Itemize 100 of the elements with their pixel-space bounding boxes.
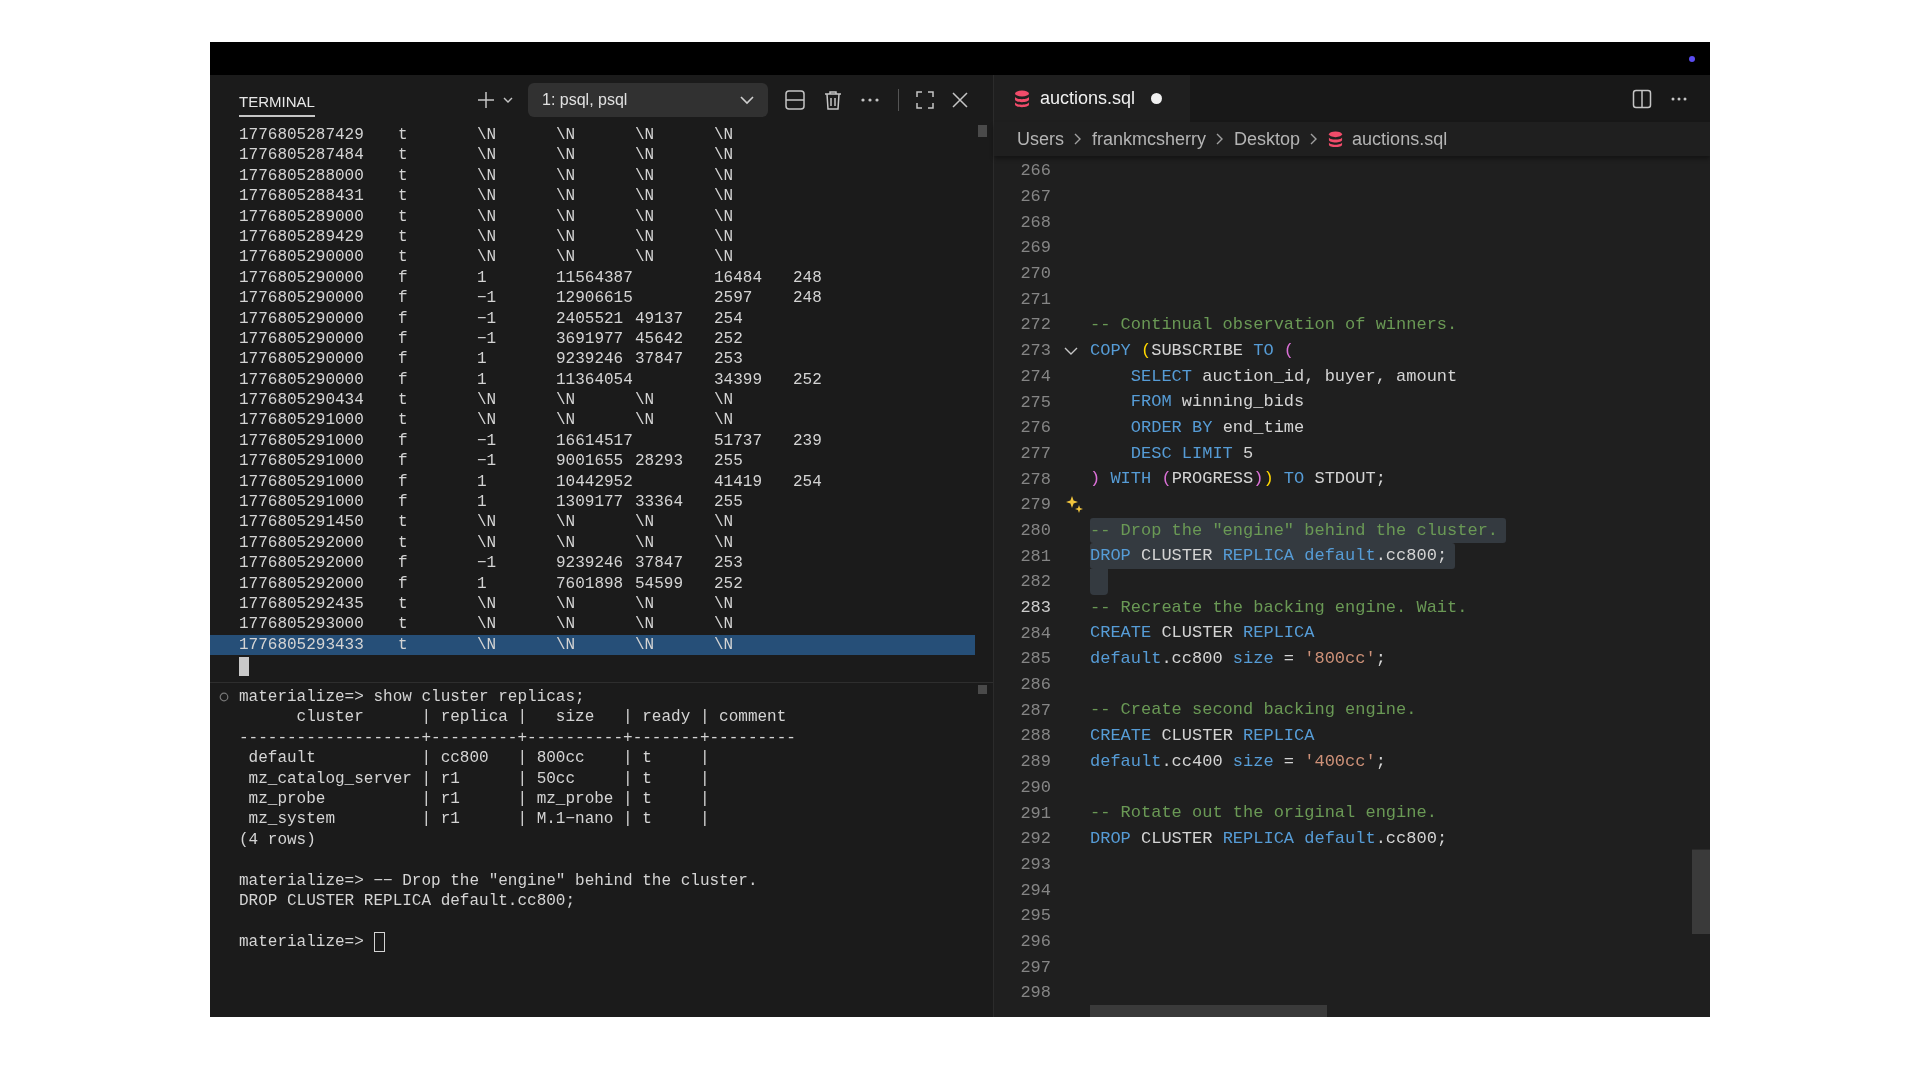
output-cell-text: \N — [635, 594, 656, 615]
close-icon[interactable] — [951, 91, 969, 109]
output-cell-text: \N — [714, 125, 735, 146]
split-icon[interactable] — [784, 89, 806, 111]
output-cell-text: \N — [556, 206, 577, 227]
output-cell-text: 1 — [477, 369, 488, 391]
output-cell-text: t — [398, 145, 409, 166]
output-cell-text: t — [398, 614, 409, 635]
scrollbar-thumb[interactable] — [1692, 849, 1710, 934]
breadcrumb-item[interactable]: auctions.sql — [1352, 128, 1448, 150]
line-number: 295 — [1019, 906, 1051, 926]
output-cell-text: \N — [556, 186, 577, 207]
output-cell-text: \N — [556, 594, 577, 615]
line-number: 280 — [1019, 520, 1051, 540]
maximize-icon[interactable] — [915, 90, 935, 110]
code-line: ORDER BY end_time — [1129, 416, 1306, 439]
plus-icon[interactable] — [476, 90, 496, 110]
output-cell-text: \N — [714, 532, 735, 554]
sparkle-icon[interactable] — [1065, 495, 1084, 514]
scrollbar-thumb[interactable] — [978, 125, 987, 137]
line-number: 267 — [1019, 187, 1051, 207]
output-cell-text: 49137 — [635, 308, 684, 329]
output-cell-text: 1776805288000 — [239, 165, 365, 187]
output-cell-text: t — [398, 634, 409, 656]
code-line: -- Create second backing engine. — [1090, 699, 1418, 722]
more-icon[interactable] — [860, 97, 880, 103]
breadcrumb-item[interactable]: Users — [1017, 128, 1064, 150]
scrollbar-thumb[interactable] — [978, 685, 987, 694]
breadcrumb-item[interactable]: Desktop — [1234, 128, 1301, 150]
line-number: 297 — [1019, 957, 1051, 977]
output-cell-text: t — [398, 512, 409, 533]
breadcrumb-item[interactable]: frankmcsherry — [1092, 128, 1207, 150]
output-cell-text: 11364054 — [556, 369, 634, 391]
code-line: -- Rotate out the original engine. — [1090, 802, 1438, 825]
chevron-down-icon[interactable] — [1063, 345, 1078, 356]
line-number: 293 — [1019, 854, 1051, 874]
output-cell-text: \N — [477, 226, 498, 248]
output-cell-text: \N — [477, 634, 498, 656]
output-cell-text: \N — [556, 614, 577, 635]
line-number: 274 — [1019, 366, 1051, 386]
terminal-line: -------------------+---------+----------+-------+--------- — [239, 727, 796, 749]
output-cell-text: \N — [635, 125, 656, 146]
output-cell-text: 239 — [793, 430, 823, 452]
more-icon[interactable] — [1670, 95, 1688, 102]
output-cell-text: \N — [477, 247, 498, 268]
line-number: 276 — [1019, 418, 1051, 438]
editor-tab[interactable]: auctions.sql — [994, 75, 1191, 122]
line-number: 271 — [1019, 289, 1051, 309]
output-cell-text: \N — [477, 594, 498, 615]
circle-icon — [219, 692, 229, 702]
terminal-line: cluster | replica | size | ready | comment — [295, 707, 788, 728]
output-cell-text: \N — [714, 226, 735, 248]
split-editor-icon[interactable] — [1632, 88, 1652, 109]
output-cell-text: 9001655 — [556, 451, 625, 472]
line-number: 268 — [1019, 212, 1051, 232]
line-number: 272 — [1019, 315, 1051, 335]
status-dot — [1689, 55, 1695, 62]
output-cell-text: t — [398, 390, 409, 411]
output-cell-text: t — [398, 165, 409, 187]
terminal-tab[interactable]: TERMINAL — [239, 87, 315, 117]
line-number: 283 — [1019, 598, 1051, 618]
output-cell-text: 253 — [714, 553, 744, 574]
output-cell-text: f — [398, 328, 409, 350]
output-cell-text: \N — [556, 410, 577, 431]
output-cell-text: 10442952 — [556, 471, 634, 493]
output-cell-text: 41419 — [714, 471, 763, 493]
output-cell-text: \N — [477, 206, 498, 227]
code-line: -- Recreate the backing engine. Wait. — [1090, 596, 1469, 619]
output-cell-text: f — [398, 492, 409, 513]
output-cell-text: \N — [556, 512, 577, 533]
terminal-dropdown[interactable]: 1: psql, psql — [528, 83, 768, 117]
output-cell-text: 28293 — [635, 451, 684, 472]
output-cell-text: 1 — [477, 492, 488, 513]
line-number: 270 — [1019, 264, 1051, 284]
code-line: -- Continual observation of winners. — [1090, 314, 1459, 337]
output-cell-text: 1 — [477, 349, 488, 370]
output-cell-text: \N — [477, 410, 498, 431]
output-cell-text: t — [398, 206, 409, 227]
output-cell-text: \N — [635, 410, 656, 431]
output-cell-text: 1776805291000 — [239, 451, 365, 472]
output-cell-text: 248 — [793, 267, 823, 289]
database-icon — [1328, 130, 1344, 148]
scrollbar-thumb[interactable] — [1090, 1005, 1327, 1017]
output-cell-text: \N — [556, 247, 577, 268]
output-cell-text: \N — [556, 226, 577, 248]
code-line: CREATE CLUSTER REPLICA — [1090, 725, 1316, 748]
line-number: 288 — [1019, 726, 1051, 746]
output-cell-text: 1776805292435 — [239, 594, 365, 615]
output-cell-text: \N — [635, 186, 656, 207]
output-cell-text: \N — [635, 390, 656, 411]
output-cell-text: f — [398, 573, 409, 594]
output-cell-text: 33364 — [635, 492, 684, 513]
line-number: 289 — [1019, 752, 1051, 772]
output-cell-text: 12906615 — [556, 288, 634, 309]
output-cell-text: 7601898 — [556, 573, 625, 594]
output-cell-text: 253 — [714, 349, 744, 370]
trash-icon[interactable] — [822, 89, 844, 111]
output-cell-text: 11564387 — [556, 267, 634, 289]
terminal-line: materialize=> −− Drop the "engine" behind the cluster. — [239, 870, 759, 891]
output-cell-text: 1776805292000 — [239, 532, 365, 554]
